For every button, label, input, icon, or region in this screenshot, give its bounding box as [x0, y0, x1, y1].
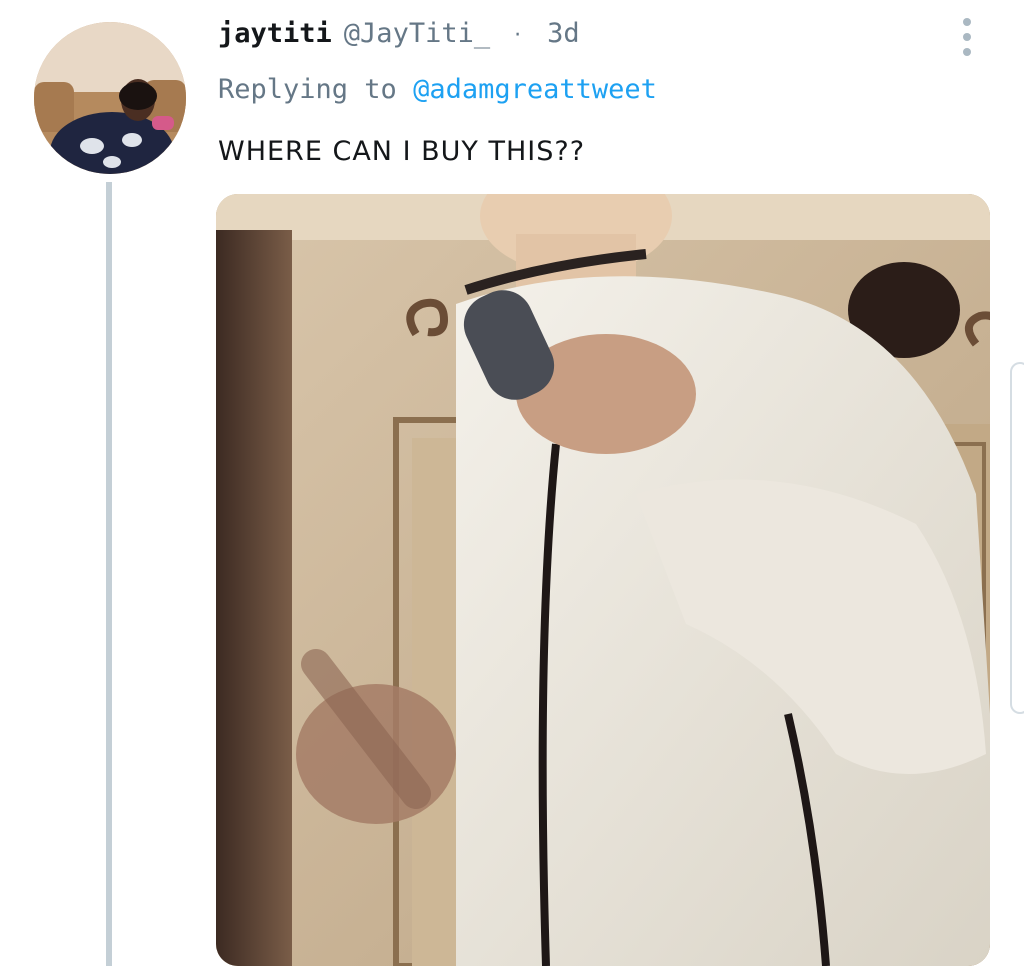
timestamp[interactable]: 3d: [547, 18, 580, 49]
replying-to: Replying to @adamgreattweet: [218, 74, 657, 105]
avatar[interactable]: [34, 22, 186, 174]
scrollbar[interactable]: [1010, 362, 1024, 714]
replying-to-label: Replying to: [218, 74, 414, 105]
tweet-header: jaytiti @JayTiti_ · 3d: [218, 18, 580, 62]
more-dot: [963, 48, 971, 56]
media-image: [216, 194, 990, 966]
more-dot: [963, 33, 971, 41]
separator-dot: ·: [514, 23, 522, 48]
more-vertical-icon[interactable]: [954, 14, 980, 60]
tweet-text: WHERE CAN I BUY THIS??: [218, 136, 586, 167]
avatar-image: [34, 22, 186, 174]
thread-line: [106, 182, 112, 966]
user-handle[interactable]: @JayTiti_: [344, 18, 490, 49]
more-dot: [963, 18, 971, 26]
replying-to-link[interactable]: @adamgreattweet: [413, 74, 657, 105]
tweet-media[interactable]: [216, 194, 990, 966]
display-name[interactable]: jaytiti: [218, 18, 332, 49]
